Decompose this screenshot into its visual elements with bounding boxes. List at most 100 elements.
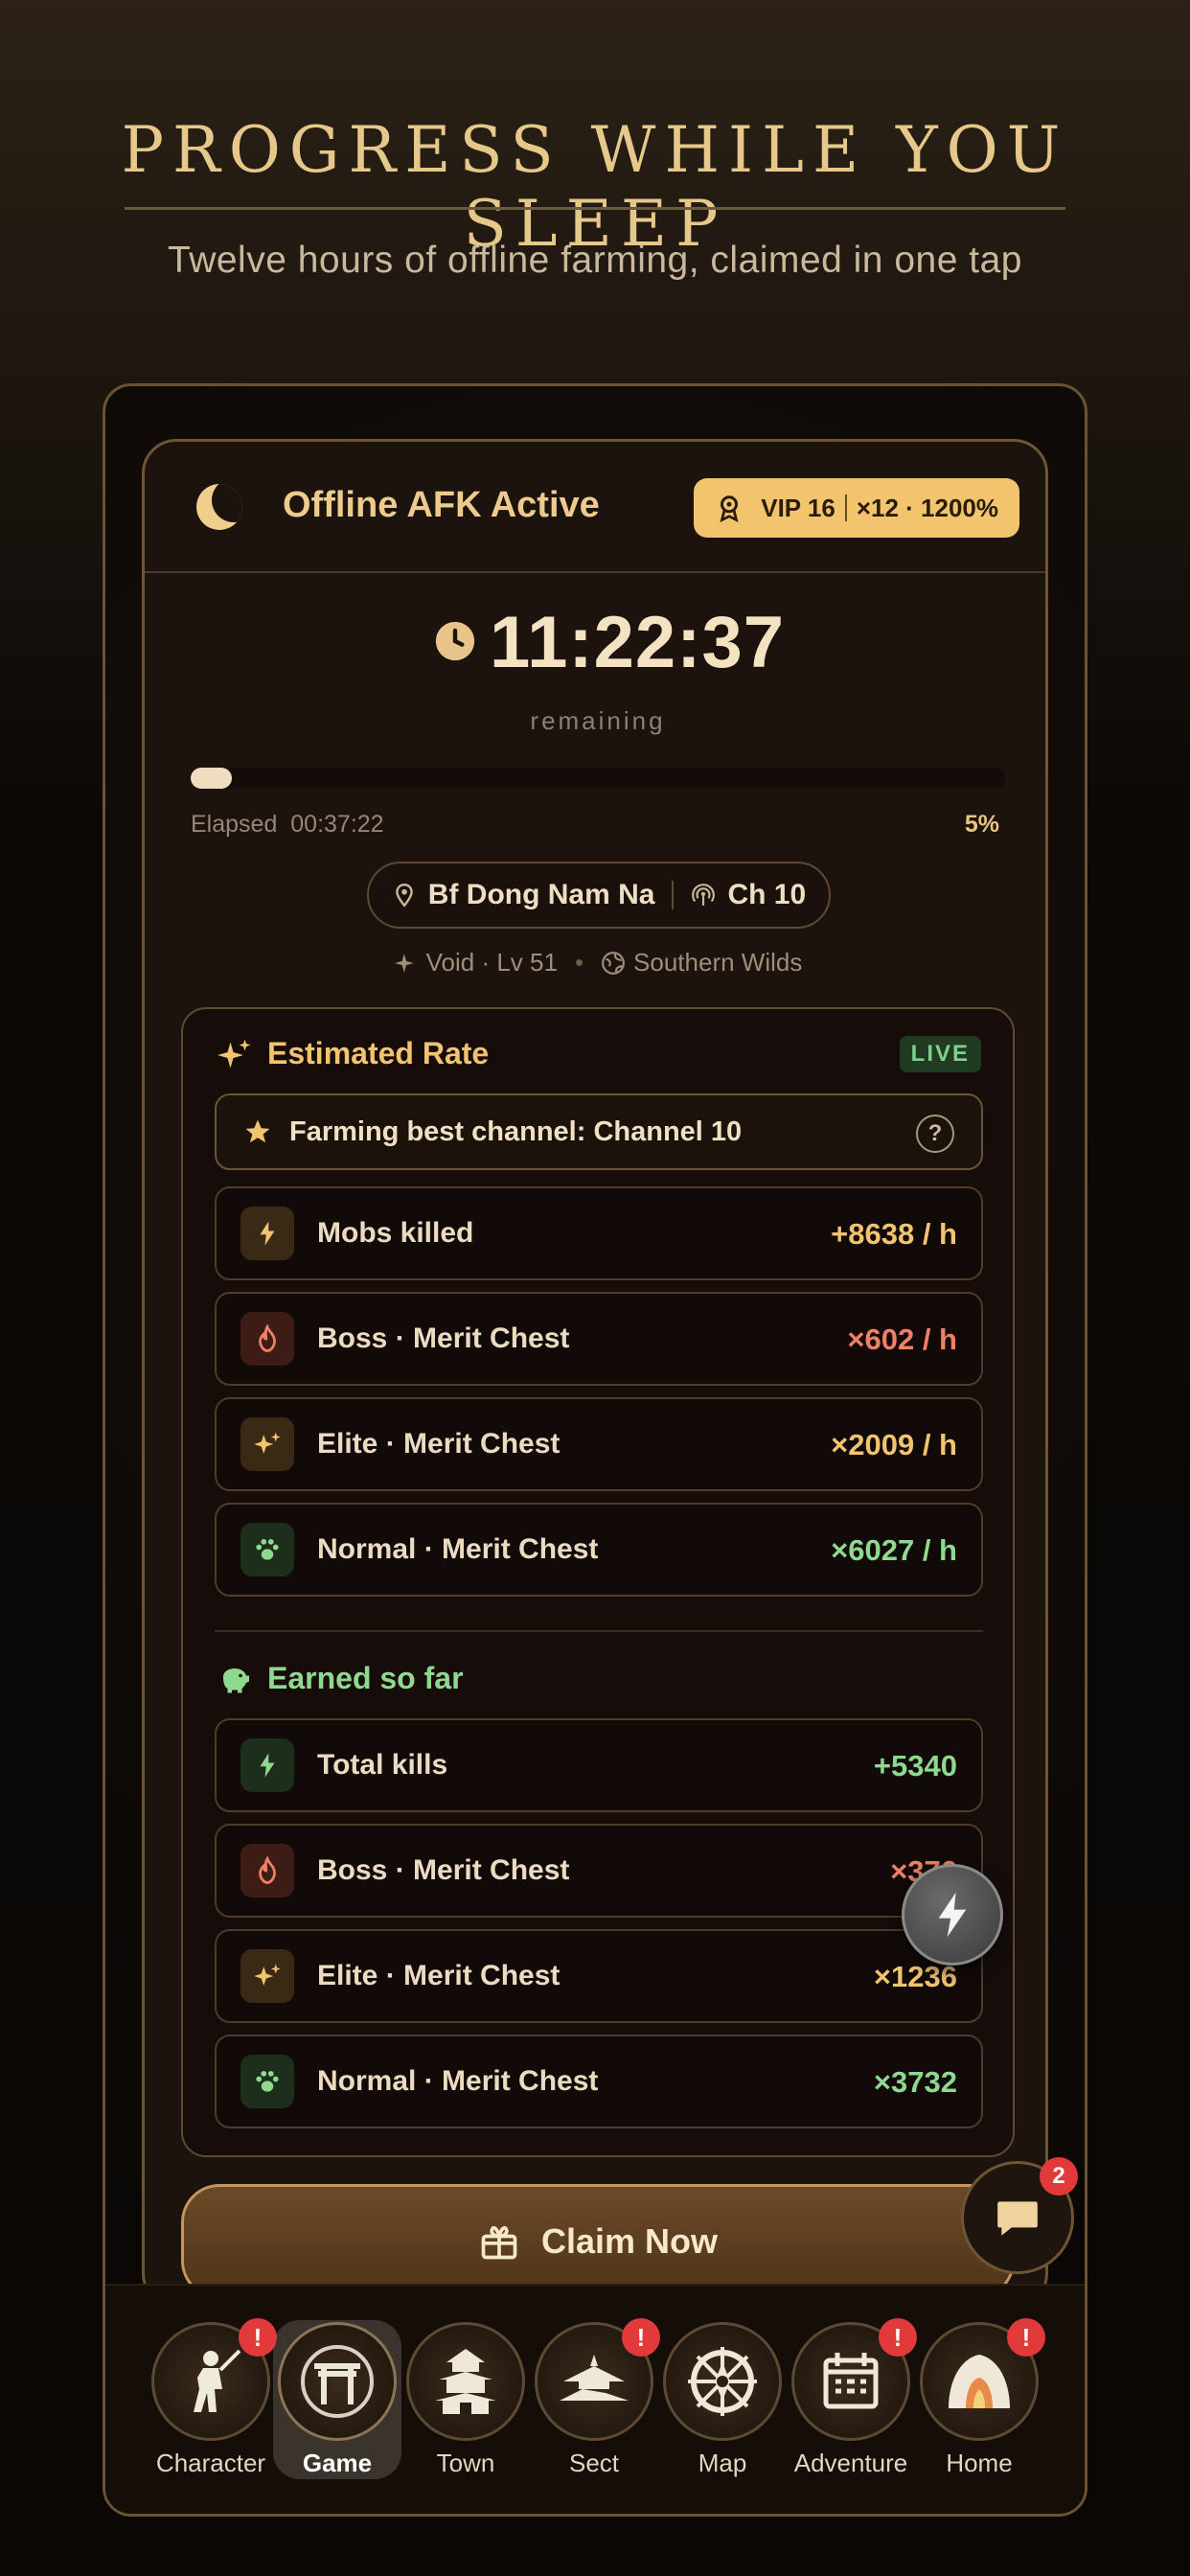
nav-icon-frame — [663, 2322, 782, 2441]
row-icon-box — [240, 1523, 294, 1576]
elapsed-label: Elapsed — [191, 811, 278, 838]
moon-icon — [196, 484, 242, 530]
row-icon-box — [240, 1207, 294, 1260]
quick-action-button[interactable] — [902, 1864, 1003, 1966]
gift-icon — [481, 2225, 517, 2260]
chat-bubble-icon — [997, 2201, 1038, 2236]
bullet-dot: • — [574, 948, 584, 977]
lightning-icon — [938, 1892, 967, 1938]
rate-row-mobs: Mobs killed +8638 / h — [215, 1186, 983, 1280]
paw-icon — [256, 2071, 279, 2092]
region-label: Southern Wilds — [633, 948, 803, 977]
location-pill[interactable]: Bf Dong Nam Na Ch 10 — [367, 862, 831, 929]
nav-label: Game — [302, 2449, 373, 2477]
pill-divider — [672, 881, 675, 909]
rate-row-value: ×6027 / h — [831, 1533, 957, 1567]
row-icon-box — [240, 1417, 294, 1471]
row-icon-box — [240, 1312, 294, 1366]
realm-label: Void · Lv 51 — [425, 948, 558, 977]
channel-label: Ch 10 — [727, 879, 807, 910]
rate-row-label: Mobs killed — [317, 1217, 474, 1249]
nav-label: Character — [155, 2449, 266, 2477]
earned-row-label: Boss · Merit Chest — [317, 1854, 570, 1886]
nav-label: Adventure — [793, 2449, 908, 2477]
medal-icon — [720, 495, 739, 522]
lightning-icon — [260, 1753, 275, 1778]
broadcast-icon — [692, 884, 716, 906]
earned-row-label: Total kills — [317, 1749, 448, 1781]
earned-title: Earned so far — [267, 1661, 464, 1695]
location-name: Bf Dong Nam Na — [427, 879, 655, 910]
nav-sect[interactable]: Sect ! — [532, 2318, 660, 2478]
phone-frame: Offline AFK Active VIP 16 ×12 · 1200% 11… — [103, 383, 1087, 2517]
earned-row-label: Elite · Merit Chest — [317, 1960, 561, 1991]
row-icon-box — [240, 2055, 294, 2108]
rate-row-label: Normal · Merit Chest — [317, 1533, 599, 1565]
nav-label: Map — [698, 2449, 747, 2477]
clock-icon — [435, 621, 475, 661]
remaining-label: remaining — [530, 706, 666, 735]
nav-label: Town — [436, 2449, 495, 2477]
flame-icon — [259, 1324, 276, 1352]
nav-home[interactable]: Home ! — [917, 2318, 1045, 2478]
progress-percent: 5% — [964, 811, 999, 838]
rate-row-boss: Boss · Merit Chest ×602 / h — [215, 1292, 983, 1386]
chat-badge: 2 — [1040, 2157, 1078, 2196]
alert-badge: ! — [1007, 2318, 1045, 2357]
sparkles-icon — [254, 1964, 281, 1986]
calendar-icon — [823, 2353, 879, 2409]
rate-row-value: ×602 / h — [847, 1322, 957, 1356]
alert-badge: ! — [239, 2318, 277, 2357]
nav-map[interactable]: Map — [660, 2322, 785, 2478]
elapsed-value: 00:37:22 — [290, 811, 384, 838]
nav-icon-frame — [406, 2322, 525, 2441]
sparkle-icon — [394, 953, 414, 973]
progress-fill — [191, 768, 232, 789]
best-channel-banner: Farming best channel: Channel 10 ? — [215, 1093, 983, 1170]
live-badge: LIVE — [899, 1036, 981, 1072]
vip-multiplier: ×12 · 1200% — [856, 493, 998, 522]
nav-icon-frame — [278, 2322, 397, 2441]
rate-row-label: Elite · Merit Chest — [317, 1428, 561, 1460]
nav-game[interactable]: Game — [275, 2322, 400, 2478]
earned-row-value: ×3732 — [873, 2065, 957, 2099]
nav-character[interactable]: Character ! — [149, 2318, 277, 2478]
temple-icon — [560, 2355, 629, 2401]
bottom-nav: Character ! Game Town Sect ! Map Adventu… — [105, 2284, 1085, 2514]
realm-info: Void · Lv 51 • Southern Wilds — [145, 948, 1045, 978]
hero-subtitle: Twelve hours of offline farming, claimed… — [168, 240, 1022, 281]
hero-title: PROGRESS WHILE YOU SLEEP — [121, 113, 1069, 261]
best-channel-text: Farming best channel: Channel 10 — [289, 1116, 743, 1147]
rate-row-value: +8638 / h — [831, 1217, 957, 1251]
torii-gate-icon — [301, 2345, 374, 2418]
progress-bar — [191, 768, 1005, 789]
earned-row-boss: Boss · Merit Chest ×376 — [215, 1824, 983, 1918]
section-divider — [215, 1630, 983, 1632]
earned-heading: Earned so far — [217, 1661, 464, 1696]
globe-icon — [602, 951, 625, 975]
claim-now-button[interactable]: Claim Now — [181, 2184, 1015, 2299]
paw-icon — [256, 1539, 279, 1560]
panel-header: Offline AFK Active VIP 16 ×12 · 1200% — [145, 442, 1045, 573]
rate-row-elite: Elite · Merit Chest ×2009 / h — [215, 1397, 983, 1491]
earned-row-label: Normal · Merit Chest — [317, 2065, 599, 2097]
rate-row-value: ×2009 / h — [831, 1428, 957, 1461]
afk-panel: Offline AFK Active VIP 16 ×12 · 1200% 11… — [142, 439, 1048, 2308]
help-button[interactable]: ? — [916, 1115, 954, 1153]
sparkles-icon — [254, 1432, 281, 1454]
map-pin-icon — [396, 883, 413, 908]
hero-divider — [125, 207, 1065, 210]
earned-row-value: +5340 — [873, 1749, 957, 1782]
alert-badge: ! — [622, 2318, 660, 2357]
row-icon-box — [240, 1949, 294, 2003]
vip-badge[interactable]: VIP 16 ×12 · 1200% — [694, 478, 1019, 538]
star-icon — [245, 1119, 270, 1143]
nav-adventure[interactable]: Adventure ! — [789, 2318, 917, 2478]
warrior-icon — [194, 2349, 241, 2412]
piggy-bank-icon — [223, 1668, 249, 1693]
elapsed-time: Elapsed 00:37:22 — [191, 811, 384, 839]
vip-separator — [844, 494, 847, 521]
nav-town[interactable]: Town — [403, 2322, 528, 2478]
earned-row-elite: Elite · Merit Chest ×1236 — [215, 1929, 983, 2023]
lightning-icon — [260, 1221, 275, 1246]
